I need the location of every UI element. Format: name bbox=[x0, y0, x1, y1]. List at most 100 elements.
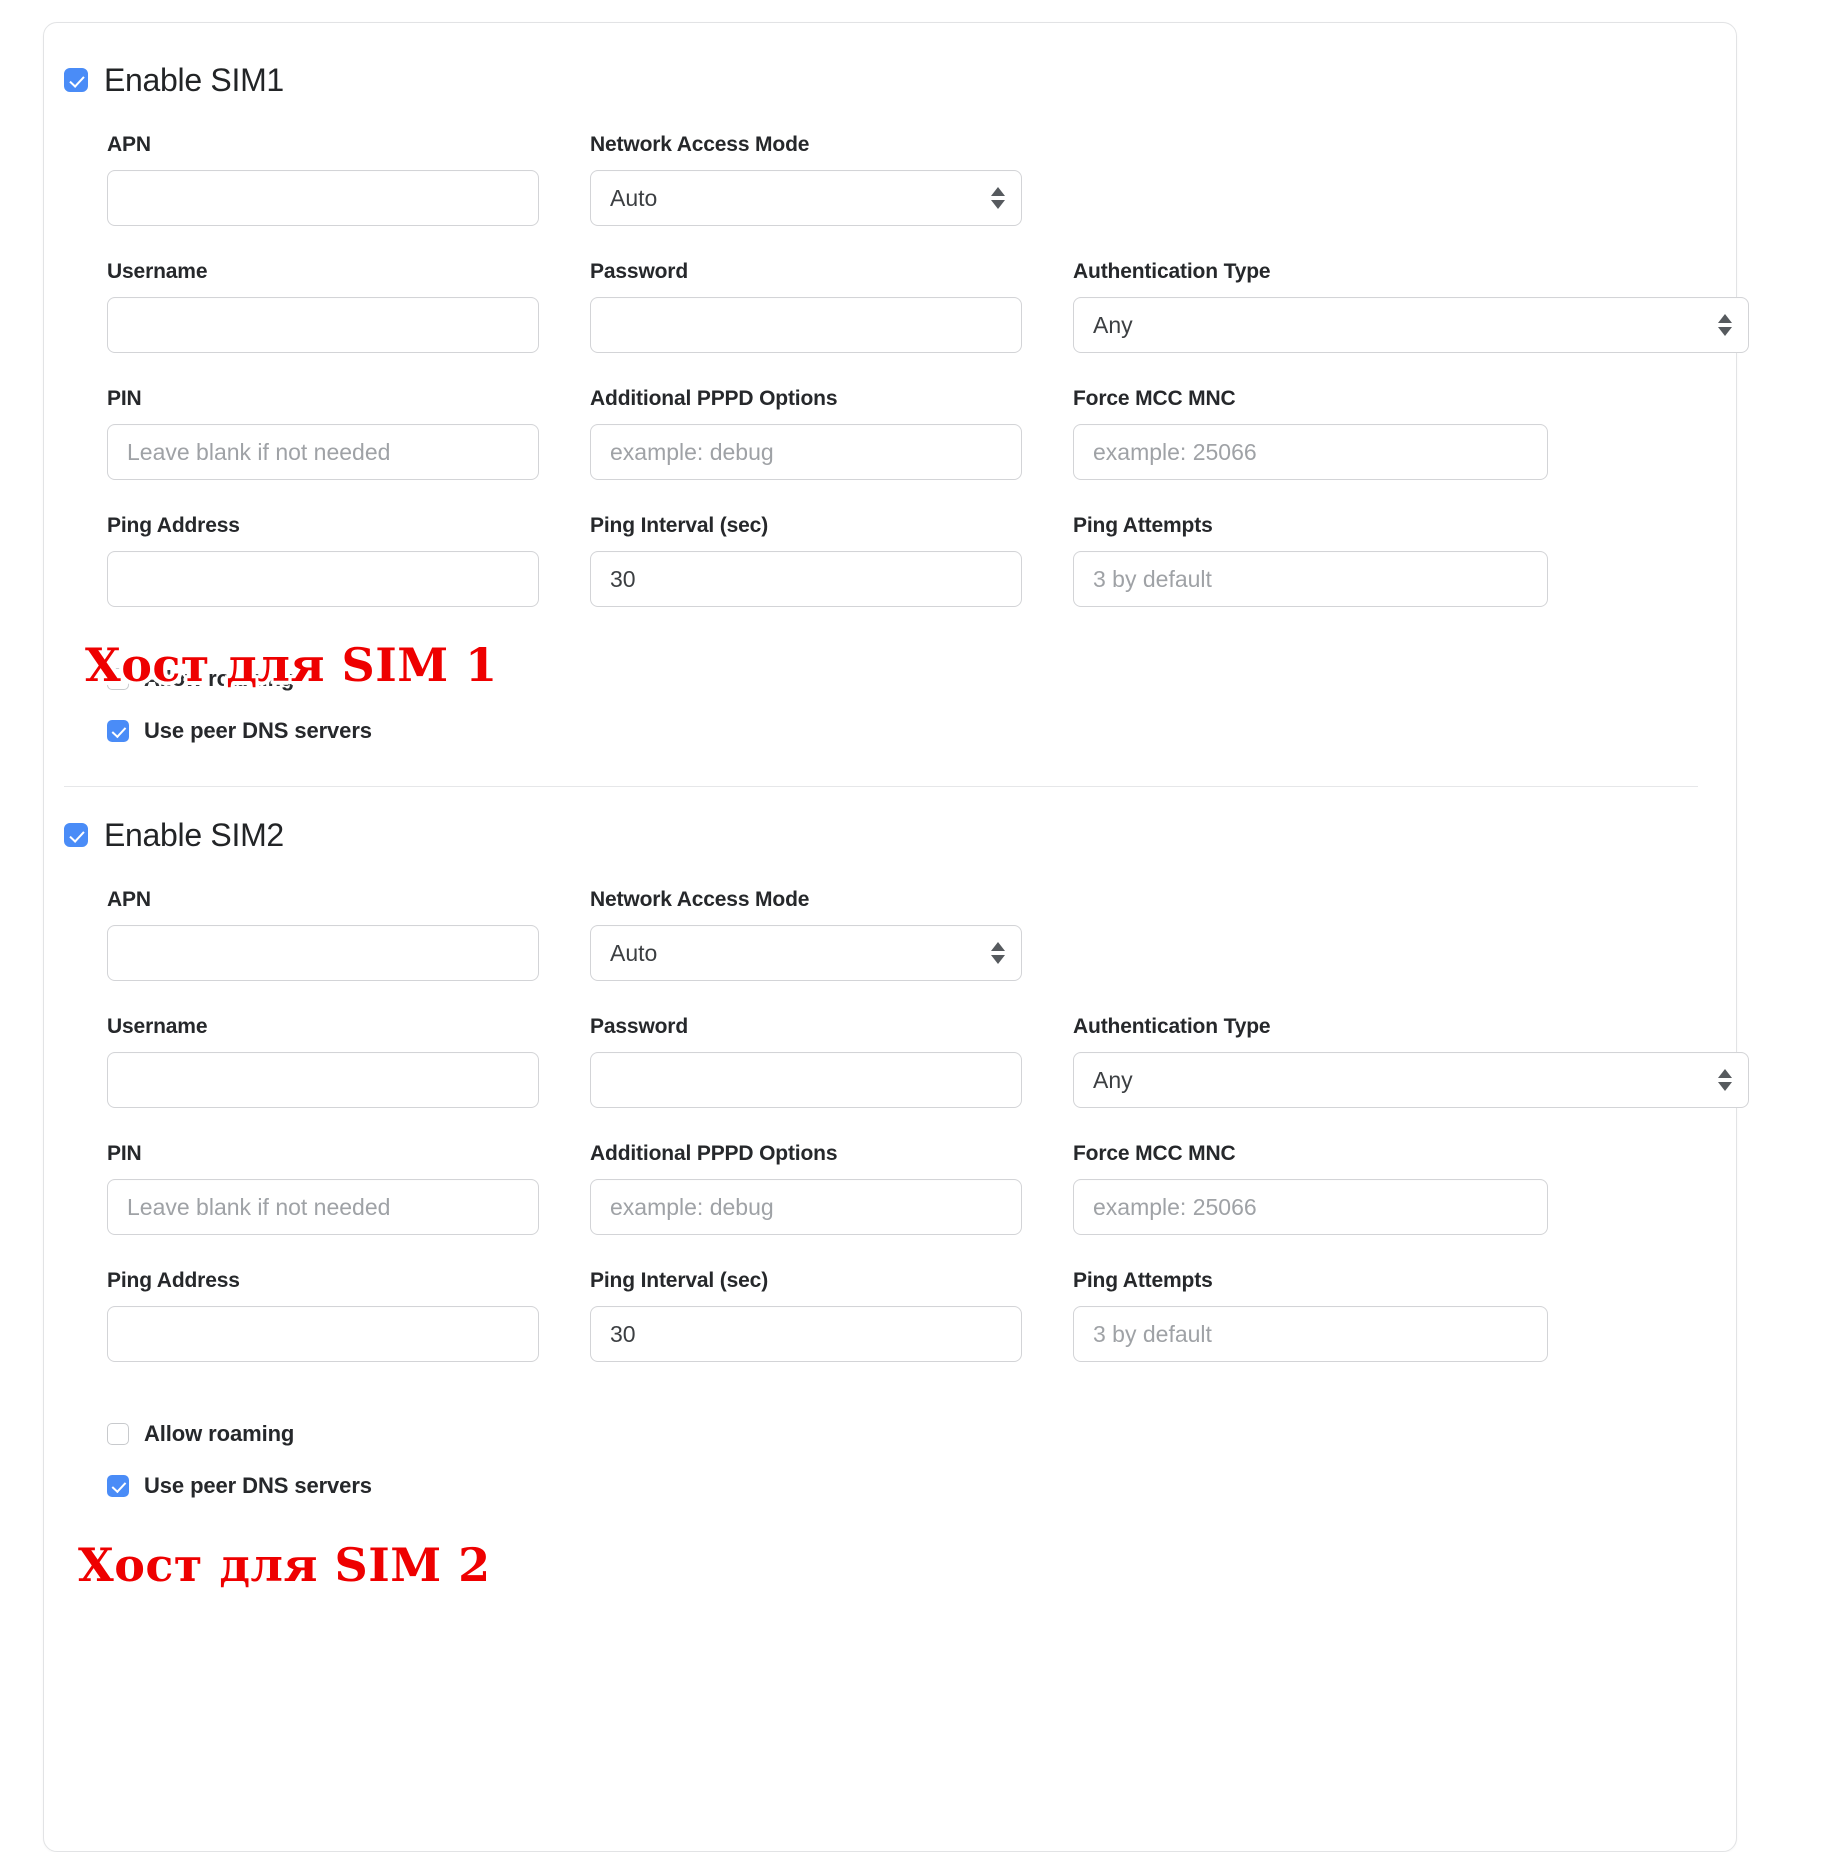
sim2-field-ping-interval: Ping Interval (sec) bbox=[590, 1269, 1022, 1362]
sim2-username-input[interactable] bbox=[107, 1052, 539, 1108]
sim1-pppd-options-input[interactable] bbox=[590, 424, 1022, 480]
sim1-force-mcc-mnc-input[interactable] bbox=[1073, 424, 1548, 480]
sim2-ping-interval-input[interactable] bbox=[590, 1306, 1022, 1362]
page-root: Enable SIM1 APN Network Access Mode Auto bbox=[0, 0, 1830, 1818]
sim2-pppd-options-label: Additional PPPD Options bbox=[590, 1142, 1022, 1166]
sim2-ping-interval-label: Ping Interval (sec) bbox=[590, 1269, 1022, 1293]
sim2-row-apn: APN Network Access Mode Auto bbox=[107, 888, 1747, 1015]
enable-sim1-label: Enable SIM1 bbox=[104, 61, 284, 99]
sim1-allow-roaming-row[interactable]: Allow roaming bbox=[107, 663, 372, 695]
sim1-field-username: Username bbox=[107, 260, 539, 353]
sim1-field-ping-interval: Ping Interval (sec) bbox=[590, 514, 1022, 607]
sim-settings-card: Enable SIM1 APN Network Access Mode Auto bbox=[43, 22, 1737, 1852]
sim2-authentication-type-label: Authentication Type bbox=[1073, 1015, 1749, 1039]
enable-sim1-row[interactable]: Enable SIM1 bbox=[64, 61, 284, 99]
sim1-apn-input[interactable] bbox=[107, 170, 539, 226]
sim1-network-access-mode-label: Network Access Mode bbox=[590, 133, 1022, 157]
sim2-allow-roaming-checkbox[interactable] bbox=[107, 1423, 129, 1445]
sim2-apn-label: APN bbox=[107, 888, 539, 912]
sim1-network-access-mode-value: Auto bbox=[610, 170, 657, 226]
sim1-options: Allow roaming Use peer DNS servers bbox=[107, 663, 372, 767]
sim1-field-pin: PIN bbox=[107, 387, 539, 480]
sim1-username-label: Username bbox=[107, 260, 539, 284]
sim2-pppd-options-input[interactable] bbox=[590, 1179, 1022, 1235]
sim1-ping-interval-label: Ping Interval (sec) bbox=[590, 514, 1022, 538]
sim1-row-credentials: Username Password Authentication Type An… bbox=[107, 260, 1747, 387]
sim1-allow-roaming-checkbox[interactable] bbox=[107, 668, 129, 690]
enable-sim2-label: Enable SIM2 bbox=[104, 816, 284, 854]
sim1-row-pin: PIN Additional PPPD Options Force MCC MN… bbox=[107, 387, 1747, 514]
sim1-use-peer-dns-checkbox[interactable] bbox=[107, 720, 129, 742]
sim1-use-peer-dns-row[interactable]: Use peer DNS servers bbox=[107, 715, 372, 747]
sim1-allow-roaming-label: Allow roaming bbox=[144, 666, 294, 692]
sim1-authentication-type-select[interactable]: Any bbox=[1073, 297, 1749, 353]
sim2-options: Allow roaming Use peer DNS servers bbox=[107, 1418, 372, 1522]
sim2-field-network-access-mode: Network Access Mode Auto bbox=[590, 888, 1022, 981]
sim2-use-peer-dns-checkbox[interactable] bbox=[107, 1475, 129, 1497]
enable-sim1-checkbox[interactable] bbox=[64, 68, 88, 92]
sim1-apn-label: APN bbox=[107, 133, 539, 157]
sim1-ping-address-input[interactable] bbox=[107, 551, 539, 607]
chevron-updown-icon bbox=[1718, 310, 1732, 340]
sim2-force-mcc-mnc-label: Force MCC MNC bbox=[1073, 1142, 1548, 1166]
enable-sim2-checkbox[interactable] bbox=[64, 823, 88, 847]
sim2-field-ping-attempts: Ping Attempts bbox=[1073, 1269, 1548, 1362]
sim1-field-pppd-options: Additional PPPD Options bbox=[590, 387, 1022, 480]
sim1-field-force-mcc-mnc: Force MCC MNC bbox=[1073, 387, 1548, 480]
sim1-row-ping: Ping Address Ping Interval (sec) Ping At… bbox=[107, 514, 1747, 641]
sim2-network-access-mode-value: Auto bbox=[610, 925, 657, 981]
chevron-updown-icon bbox=[1718, 1065, 1732, 1095]
sim1-pin-input[interactable] bbox=[107, 424, 539, 480]
sim2-field-ping-address: Ping Address bbox=[107, 1269, 539, 1362]
sim1-authentication-type-label: Authentication Type bbox=[1073, 260, 1749, 284]
sim1-pppd-options-label: Additional PPPD Options bbox=[590, 387, 1022, 411]
sim1-field-authentication-type: Authentication Type Any bbox=[1073, 260, 1749, 353]
card-inner: Enable SIM1 APN Network Access Mode Auto bbox=[44, 23, 1736, 1851]
sim2-ping-address-input[interactable] bbox=[107, 1306, 539, 1362]
sim2-pin-input[interactable] bbox=[107, 1179, 539, 1235]
sim1-field-ping-address: Ping Address bbox=[107, 514, 539, 607]
sim2-field-pin: PIN bbox=[107, 1142, 539, 1235]
sim2-row-ping: Ping Address Ping Interval (sec) Ping At… bbox=[107, 1269, 1747, 1396]
sim1-row-apn: APN Network Access Mode Auto bbox=[107, 133, 1747, 260]
sim1-password-input[interactable] bbox=[590, 297, 1022, 353]
sim2-field-pppd-options: Additional PPPD Options bbox=[590, 1142, 1022, 1235]
sim2-field-authentication-type: Authentication Type Any bbox=[1073, 1015, 1749, 1108]
sim1-ping-interval-input[interactable] bbox=[590, 551, 1022, 607]
sim1-field-ping-attempts: Ping Attempts bbox=[1073, 514, 1548, 607]
sim2-password-input[interactable] bbox=[590, 1052, 1022, 1108]
sim2-ping-attempts-input[interactable] bbox=[1073, 1306, 1548, 1362]
sim2-pin-label: PIN bbox=[107, 1142, 539, 1166]
sim2-apn-input[interactable] bbox=[107, 925, 539, 981]
chevron-updown-icon bbox=[991, 183, 1005, 213]
sim2-network-access-mode-label: Network Access Mode bbox=[590, 888, 1022, 912]
sim2-ping-attempts-label: Ping Attempts bbox=[1073, 1269, 1548, 1293]
sim2-field-grid: APN Network Access Mode Auto bbox=[107, 888, 1747, 1396]
sim2-allow-roaming-row[interactable]: Allow roaming bbox=[107, 1418, 372, 1450]
sim1-field-password: Password bbox=[590, 260, 1022, 353]
sim2-allow-roaming-label: Allow roaming bbox=[144, 1421, 294, 1447]
sim2-authentication-type-select[interactable]: Any bbox=[1073, 1052, 1749, 1108]
sim2-force-mcc-mnc-input[interactable] bbox=[1073, 1179, 1548, 1235]
sim2-password-label: Password bbox=[590, 1015, 1022, 1039]
sim2-use-peer-dns-label: Use peer DNS servers bbox=[144, 1473, 372, 1499]
sim1-use-peer-dns-label: Use peer DNS servers bbox=[144, 718, 372, 744]
sim1-field-apn: APN bbox=[107, 133, 539, 226]
chevron-updown-icon bbox=[991, 938, 1005, 968]
sim1-ping-attempts-label: Ping Attempts bbox=[1073, 514, 1548, 538]
sim1-field-grid: APN Network Access Mode Auto bbox=[107, 133, 1747, 641]
enable-sim2-row[interactable]: Enable SIM2 bbox=[64, 816, 284, 854]
sim2-field-password: Password bbox=[590, 1015, 1022, 1108]
sim2-ping-address-label: Ping Address bbox=[107, 1269, 539, 1293]
sim2-field-apn: APN bbox=[107, 888, 539, 981]
sim2-use-peer-dns-row[interactable]: Use peer DNS servers bbox=[107, 1470, 372, 1502]
sim1-network-access-mode-select[interactable]: Auto bbox=[590, 170, 1022, 226]
sim1-field-network-access-mode: Network Access Mode Auto bbox=[590, 133, 1022, 226]
sim2-row-pin: PIN Additional PPPD Options Force MCC MN… bbox=[107, 1142, 1747, 1269]
sim1-ping-attempts-input[interactable] bbox=[1073, 551, 1548, 607]
sim1-authentication-type-value: Any bbox=[1093, 297, 1133, 353]
sim2-network-access-mode-select[interactable]: Auto bbox=[590, 925, 1022, 981]
sim2-field-force-mcc-mnc: Force MCC MNC bbox=[1073, 1142, 1548, 1235]
sim1-force-mcc-mnc-label: Force MCC MNC bbox=[1073, 387, 1548, 411]
sim1-username-input[interactable] bbox=[107, 297, 539, 353]
